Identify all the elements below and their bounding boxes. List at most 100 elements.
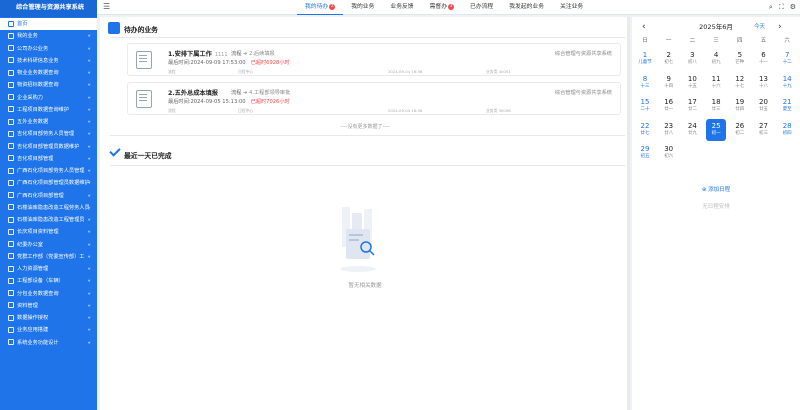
calendar-day[interactable]: 6 十一 [754, 48, 774, 70]
calendar-day[interactable]: 7 十二 [777, 48, 797, 70]
day-number: 11 [711, 74, 721, 83]
sidebar-item[interactable]: 石楼油库隐患改造工程管理员 ∨ [0, 214, 97, 226]
calendar-day[interactable]: 3 初八 [682, 48, 702, 70]
search-icon[interactable]: ⌕ [769, 2, 773, 12]
sidebar-item[interactable]: 党群工作部（党委宣传部）工 ∨ [0, 251, 97, 263]
top-tab[interactable]: 业务反馈 [382, 0, 421, 15]
chevron-right-icon[interactable]: › [778, 21, 782, 33]
calendar-day[interactable]: 13 十八 [754, 72, 774, 94]
calendar-day[interactable]: 29 初五 [635, 142, 655, 164]
calendar-day[interactable]: 1 儿童节 [635, 48, 655, 70]
calendar-day[interactable]: 12 十七 [730, 72, 750, 94]
sidebar-item[interactable]: 数据操作授权 ∨ [0, 312, 97, 324]
card-deadline: 最后时间:2024-09-05 15:13:00 已超时7026小时 [168, 99, 290, 105]
calendar-day[interactable]: 4 初九 [706, 48, 726, 70]
sidebar-item[interactable]: 业务应用搭建 ∨ [0, 324, 97, 336]
lunar-date: 廿七 [640, 130, 650, 136]
sidebar-item[interactable]: 广西石化项目部劳务人员管理 ∨ [0, 165, 97, 177]
calendar-day[interactable]: 28 初四 [777, 119, 797, 141]
sidebar-item-label: 广西石化项目部管理员数据维护 [17, 180, 90, 187]
calendar-day[interactable]: 21 夏至 [777, 95, 797, 117]
sidebar-item[interactable]: 物业业务数据查询 ∨ [0, 67, 97, 79]
tab-label: 关注业务 [560, 4, 584, 10]
calendar-day[interactable]: 19 廿四 [730, 95, 750, 117]
sidebar-item[interactable]: 工程部设备（车辆） ∨ [0, 275, 97, 287]
sidebar-item[interactable]: 石楼油库隐患改造工程劳务人员 ∨ [0, 202, 97, 214]
calendar-day[interactable]: 25 初一 [706, 118, 727, 141]
sidebar-item[interactable]: 首页 [0, 18, 97, 31]
sidebar-item[interactable]: 吉化项目部管理 ∨ [0, 153, 97, 165]
calendar-day[interactable]: 17 廿二 [682, 95, 702, 117]
lunar-date: 十一 [759, 60, 768, 65]
today-button[interactable]: 今天 [754, 21, 765, 33]
calendar-day[interactable]: 14 十九 [777, 72, 797, 94]
calendar-day[interactable]: 27 初三 [754, 119, 774, 141]
sidebar-item[interactable]: 资料管理 ∨ [0, 300, 97, 312]
chevron-down-icon: ∨ [87, 71, 91, 75]
sidebar-item[interactable]: 物资招标数据查询 ∨ [0, 79, 97, 91]
sidebar-item-label: 物业业务数据查询 [17, 70, 59, 76]
todo-card[interactable]: 1.安排下属工作 1111 流程 ➔ 2.后续填报 综合管理与资源共享系统 最后时… [127, 43, 621, 76]
calendar-day[interactable]: 24 廿九 [682, 119, 702, 141]
todo-card[interactable]: 2.五外总成本填报 流程 ➔ 4.工程部领导审批 综合管理与资源共享系统 最后时… [127, 82, 621, 115]
chevron-down-icon: ∨ [87, 230, 91, 235]
sidebar-item[interactable]: 广西石化项目部管理 ∨ [0, 190, 97, 202]
sidebar-item[interactable]: 我的业务 ∨ [0, 30, 97, 42]
chevron-down-icon: ∨ [87, 206, 91, 210]
calendar-day[interactable]: 9 十四 [659, 72, 679, 94]
calendar-day[interactable]: 22 廿七 [635, 119, 655, 141]
sidebar-item[interactable]: 吉化项目部劳务人员管理 ∨ [0, 128, 97, 140]
sidebar-item[interactable]: 吉化项目部管理员数据维护 ∨ [0, 141, 97, 153]
fullscreen-icon[interactable]: ⛶ [779, 2, 784, 12]
sidebar-item[interactable]: 五外业务数据 ∨ [0, 116, 97, 128]
calendar-day[interactable]: 18 廿三 [706, 95, 726, 117]
day-number: 8 [642, 74, 648, 83]
calendar-day[interactable]: 11 十六 [706, 72, 726, 94]
sidebar-item[interactable]: 人力资源管理 ∨ [0, 263, 97, 275]
sidebar-item[interactable]: 企业采购力 ∨ [0, 92, 97, 104]
lunar-date: 芒种 [735, 60, 745, 65]
top-tab[interactable]: 关注业务 [552, 0, 591, 15]
sidebar-item[interactable]: 工程项目数据查询维护 ∨ [0, 104, 97, 116]
sidebar-item-label: 我的业务 [17, 33, 38, 40]
calendar-day[interactable]: 10 十五 [682, 72, 702, 94]
sidebar-item[interactable]: 系统业务功能设计 ∨ [0, 337, 97, 349]
sidebar-item[interactable]: 纪委办公室 ∨ [0, 239, 97, 251]
chevron-down-icon: ∨ [87, 120, 91, 124]
document-icon [136, 51, 152, 69]
menu-fold-icon[interactable]: ☰ [103, 3, 110, 11]
day-number: 5 [737, 51, 743, 59]
lunar-date: 夏至 [782, 107, 792, 112]
sidebar-item[interactable]: 长庆项目资料管理 ∨ [0, 226, 97, 238]
calendar-day[interactable]: 23 廿八 [659, 119, 679, 141]
top-tab[interactable]: 已办流程 [462, 0, 501, 15]
sidebar-item[interactable]: 广西石化项目部管理员数据维护 ∨ [0, 177, 97, 189]
menu-item-icon [8, 216, 14, 223]
sidebar-item[interactable]: 分包业务数据查询 ∨ [0, 288, 97, 300]
divider [110, 37, 625, 38]
top-tab[interactable]: 需督办 3 [422, 0, 462, 15]
vertical-scrollbar[interactable] [627, 17, 630, 410]
calendar-day[interactable]: 20 廿五 [754, 95, 774, 117]
calendar-day[interactable]: 26 初二 [730, 119, 750, 141]
sidebar-item[interactable]: 公司办公业务 ∨ [0, 43, 97, 55]
calendar-day[interactable]: 8 十三 [635, 72, 655, 94]
card-title[interactable]: 1.安排下属工作 1111 [168, 49, 228, 58]
top-tab[interactable]: 我的待办 2 [297, 0, 344, 15]
day-number: 1 [642, 51, 648, 59]
settings-icon[interactable]: ⚙ [790, 2, 796, 12]
calendar-day[interactable]: 15 二十 [635, 95, 655, 117]
calendar-day[interactable]: 2 初七 [659, 48, 679, 70]
sidebar-item-label: 首页 [17, 21, 28, 27]
card-title[interactable]: 2.五外总成本填报 [168, 88, 221, 97]
card-flow: 流程 ➔ 4.工程部领导审批 [231, 90, 291, 96]
add-schedule-button[interactable]: ⊕ 添加日程 [632, 185, 800, 193]
top-tab[interactable]: 我发起的业务 [501, 0, 552, 15]
sidebar-item[interactable]: 技术科研信息业务 ∨ [0, 55, 97, 67]
calendar-day[interactable]: 16 廿一 [659, 95, 679, 117]
chevron-down-icon: ∨ [87, 291, 91, 296]
calendar-day[interactable]: 30 初六 [659, 142, 679, 164]
day-number: 18 [711, 98, 721, 106]
calendar-day[interactable]: 5 芒种 [730, 48, 750, 70]
top-tab[interactable]: 我的业务 [343, 0, 382, 15]
